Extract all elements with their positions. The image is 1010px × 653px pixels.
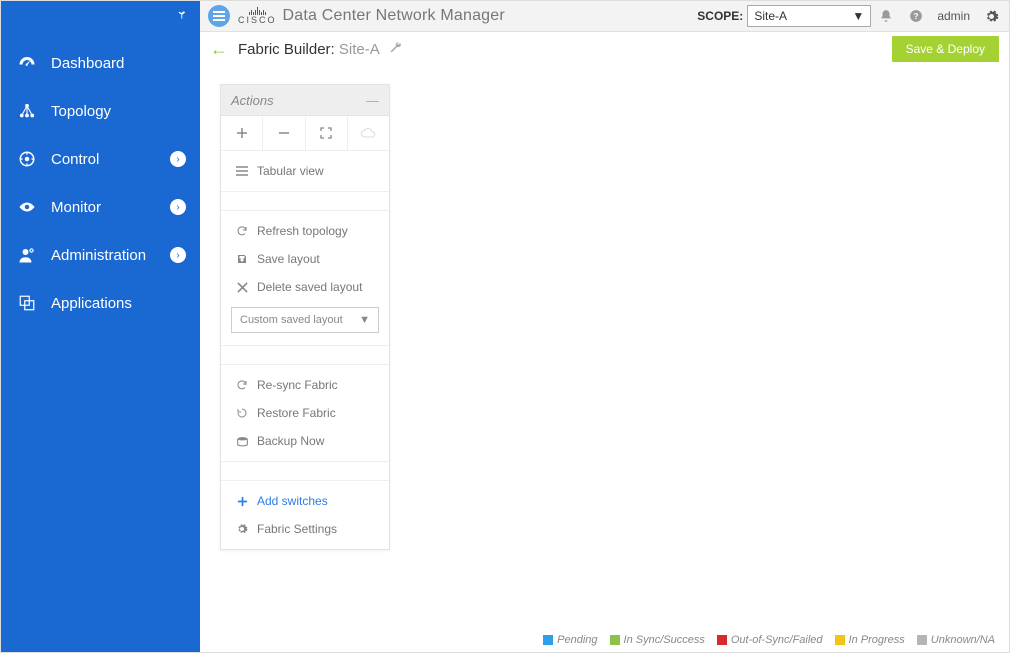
notifications-icon[interactable] (879, 9, 893, 23)
status-legend: Pending In Sync/Success Out-of-Sync/Fail… (543, 634, 995, 646)
remove-tool-button[interactable] (263, 116, 305, 150)
action-label: Backup Now (257, 434, 324, 448)
fabric-canvas[interactable]: Actions — Tabular view (200, 66, 1009, 652)
sidebar-label: Applications (51, 295, 200, 312)
sidebar-item-applications[interactable]: Applications (1, 279, 200, 327)
legend-swatch (543, 635, 553, 645)
action-label: Tabular view (257, 164, 324, 178)
legend-swatch (717, 635, 727, 645)
breadcrumb-site: Site-A (339, 41, 379, 58)
top-bar: CISCO Data Center Network Manager SCOPE:… (200, 1, 1009, 32)
backup-now-action[interactable]: Backup Now (221, 427, 389, 455)
help-icon[interactable]: ? (909, 9, 923, 23)
sidebar: Dashboard Topology Control › Monitor › A… (1, 1, 200, 652)
breadcrumb-title: Fabric Builder: (238, 41, 335, 58)
legend-item: In Progress (835, 634, 905, 646)
chevron-right-icon: › (170, 199, 186, 215)
actions-title: Actions (231, 93, 274, 108)
action-label: Re-sync Fabric (257, 378, 338, 392)
action-label: Restore Fabric (257, 406, 336, 420)
sidebar-item-topology[interactable]: Topology (1, 87, 200, 135)
resync-fabric-action[interactable]: Re-sync Fabric (221, 371, 389, 399)
action-label: Add switches (257, 494, 328, 508)
backup-icon (233, 436, 251, 447)
refresh-topology-action[interactable]: Refresh topology (221, 217, 389, 245)
actions-panel: Actions — Tabular view (220, 84, 390, 550)
topology-icon (15, 102, 39, 120)
save-icon (233, 253, 251, 265)
sidebar-item-monitor[interactable]: Monitor › (1, 183, 200, 231)
pin-icon[interactable] (174, 8, 188, 25)
action-label: Fabric Settings (257, 522, 337, 536)
legend-item: Out-of-Sync/Failed (717, 634, 823, 646)
breadcrumb: Fabric Builder: Site-A (238, 41, 402, 58)
eye-icon (15, 198, 39, 216)
settings-gear-icon[interactable] (984, 9, 999, 24)
back-arrow-icon[interactable]: ← (210, 39, 228, 60)
caret-down-icon: ▼ (852, 9, 864, 23)
applications-icon (15, 294, 39, 312)
tabular-view-action[interactable]: Tabular view (221, 157, 389, 185)
control-icon (15, 150, 39, 168)
legend-swatch (610, 635, 620, 645)
legend-label: In Progress (849, 634, 905, 646)
gauge-icon (15, 54, 39, 72)
plus-icon (233, 496, 251, 507)
svg-text:?: ? (914, 12, 919, 21)
restore-fabric-action[interactable]: Restore Fabric (221, 399, 389, 427)
add-switches-action[interactable]: Add switches (221, 487, 389, 515)
action-label: Refresh topology (257, 224, 348, 238)
sidebar-label: Administration (51, 247, 170, 264)
restore-icon (233, 407, 251, 419)
minimize-icon[interactable]: — (366, 93, 379, 108)
caret-down-icon: ▼ (359, 314, 370, 326)
chevron-right-icon: › (170, 247, 186, 263)
save-deploy-button[interactable]: Save & Deploy (892, 36, 999, 62)
sync-icon (233, 379, 251, 391)
wrench-icon[interactable] (389, 41, 402, 58)
scope-select[interactable]: Site-A ▼ (747, 5, 871, 27)
cloud-tool-button (348, 116, 389, 150)
chevron-right-icon: › (170, 151, 186, 167)
user-label[interactable]: admin (937, 9, 970, 23)
gear-icon (233, 523, 251, 535)
legend-label: Unknown/NA (931, 634, 995, 646)
actions-panel-header: Actions — (221, 85, 389, 116)
delete-layout-action[interactable]: Delete saved layout (221, 273, 389, 301)
product-title: Data Center Network Manager (283, 7, 505, 25)
layout-select[interactable]: Custom saved layout ▼ (231, 307, 379, 333)
legend-label: Out-of-Sync/Failed (731, 634, 823, 646)
admin-icon (15, 246, 39, 264)
add-tool-button[interactable] (221, 116, 263, 150)
legend-swatch (917, 635, 927, 645)
sidebar-label: Topology (51, 103, 200, 120)
fabric-settings-action[interactable]: Fabric Settings (221, 515, 389, 543)
menu-toggle-button[interactable] (208, 5, 230, 27)
layout-select-value: Custom saved layout (240, 314, 343, 326)
sidebar-item-control[interactable]: Control › (1, 135, 200, 183)
sidebar-item-dashboard[interactable]: Dashboard (1, 39, 200, 87)
legend-swatch (835, 635, 845, 645)
refresh-icon (233, 225, 251, 237)
legend-label: Pending (557, 634, 597, 646)
scope-label: SCOPE: (697, 9, 743, 23)
action-label: Save layout (257, 252, 320, 266)
legend-item: Pending (543, 634, 597, 646)
list-icon (233, 166, 251, 176)
sidebar-label: Control (51, 151, 170, 168)
scope-value: Site-A (754, 9, 787, 23)
fullscreen-tool-button[interactable] (306, 116, 348, 150)
action-label: Delete saved layout (257, 280, 362, 294)
legend-label: In Sync/Success (624, 634, 705, 646)
cisco-logo: CISCO (238, 7, 277, 25)
sub-header: ← Fabric Builder: Site-A Save & Deploy (200, 32, 1009, 66)
sidebar-label: Monitor (51, 199, 170, 216)
save-layout-action[interactable]: Save layout (221, 245, 389, 273)
sidebar-item-administration[interactable]: Administration › (1, 231, 200, 279)
close-x-icon (233, 282, 251, 293)
legend-item: In Sync/Success (610, 634, 705, 646)
legend-item: Unknown/NA (917, 634, 995, 646)
sidebar-label: Dashboard (51, 55, 200, 72)
